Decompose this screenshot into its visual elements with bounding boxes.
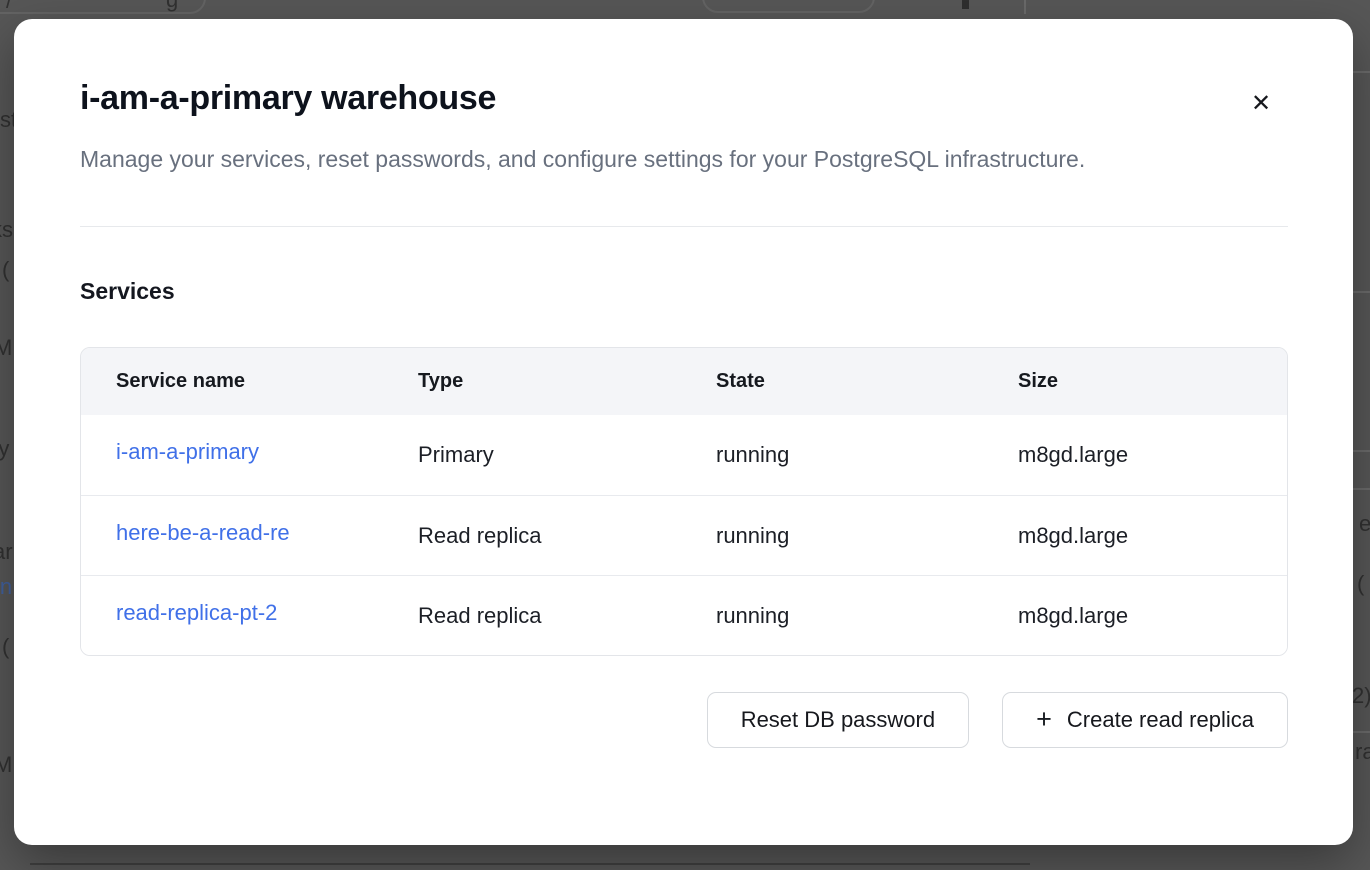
background-row-line xyxy=(1353,488,1370,490)
background-link-fragment: in xyxy=(0,574,12,600)
table-row: i-am-a-primary Primary running m8gd.larg… xyxy=(81,415,1287,495)
column-header-type: Type xyxy=(383,370,681,393)
background-row-line xyxy=(1353,291,1370,293)
service-name-link[interactable]: i-am-a-primary xyxy=(116,439,259,465)
background-text-fragment: ( xyxy=(2,257,9,283)
background-text-fragment: ar xyxy=(0,539,13,565)
background-text-fragment: g xyxy=(166,0,178,13)
column-header-state: State xyxy=(681,370,983,393)
modal-actions: Reset DB password + Create read replica xyxy=(80,692,1288,748)
service-state-cell: running xyxy=(681,442,983,468)
service-name-link[interactable]: here-be-a-read-re xyxy=(116,520,290,546)
background-text-fragment: e xyxy=(1359,511,1370,537)
service-name-link[interactable]: read-replica-pt-2 xyxy=(116,600,277,626)
services-table-header: Service name Type State Size xyxy=(81,348,1287,415)
column-header-service-name: Service name xyxy=(81,370,383,393)
service-size-cell: m8gd.large xyxy=(983,603,1287,629)
service-type-cell: Read replica xyxy=(383,603,681,629)
background-card-fragment xyxy=(702,0,875,13)
reset-db-password-button[interactable]: Reset DB password xyxy=(707,692,969,748)
service-state-cell: running xyxy=(681,523,983,549)
background-text-fragment: ry xyxy=(0,436,9,462)
modal-description: Manage your services, reset passwords, a… xyxy=(80,138,1215,180)
service-size-cell: m8gd.large xyxy=(983,523,1287,549)
modal-title: i-am-a-primary warehouse xyxy=(80,78,1288,118)
services-heading: Services xyxy=(80,277,1288,305)
background-text-fragment: ( xyxy=(2,634,9,660)
background-text-dot xyxy=(962,0,969,9)
background-bottom-line xyxy=(30,863,1030,865)
plus-icon: + xyxy=(1036,704,1052,735)
reset-db-password-label: Reset DB password xyxy=(741,707,935,733)
create-read-replica-button[interactable]: + Create read replica xyxy=(1002,692,1288,748)
background-text-fragment: ks xyxy=(0,217,13,243)
background-row-line xyxy=(1353,71,1370,73)
service-size-cell: m8gd.large xyxy=(983,442,1287,468)
background-text-fragment: ra xyxy=(1355,739,1370,765)
warehouse-modal: ✕ i-am-a-primary warehouse Manage your s… xyxy=(14,19,1353,845)
background-text-fragment: / xyxy=(6,0,12,14)
section-divider xyxy=(80,226,1288,227)
background-row-line xyxy=(1353,450,1370,452)
create-read-replica-label: Create read replica xyxy=(1067,707,1254,733)
column-header-size: Size xyxy=(983,370,1287,393)
service-state-cell: running xyxy=(681,603,983,629)
background-row-line xyxy=(1353,731,1370,733)
services-table: Service name Type State Size i-am-a-prim… xyxy=(80,347,1288,656)
table-row: read-replica-pt-2 Read replica running m… xyxy=(81,575,1287,655)
background-divider-fragment xyxy=(1024,0,1026,14)
table-row: here-be-a-read-re Read replica running m… xyxy=(81,495,1287,575)
service-type-cell: Primary xyxy=(383,442,681,468)
service-type-cell: Read replica xyxy=(383,523,681,549)
close-icon[interactable]: ✕ xyxy=(1243,85,1279,121)
background-text-fragment: 2) xyxy=(1352,683,1370,709)
background-text-fragment: ( xyxy=(1357,571,1364,597)
